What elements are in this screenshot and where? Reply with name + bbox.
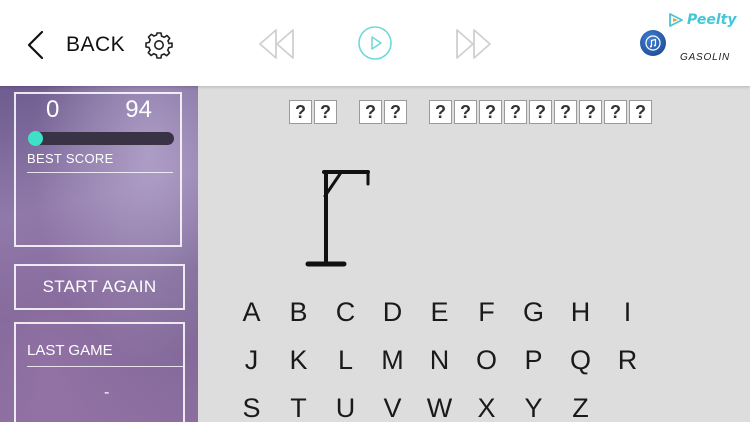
letter-key-c[interactable]: C <box>322 297 369 328</box>
gear-icon[interactable] <box>145 31 173 59</box>
puzzle-word: ????????? <box>429 100 654 124</box>
letter-key-v[interactable]: V <box>369 393 416 422</box>
best-score-label: BEST SCORE <box>27 151 114 166</box>
letter-key-w[interactable]: W <box>416 393 463 422</box>
letter-key-h[interactable]: H <box>557 297 604 328</box>
last-game-value: - <box>104 384 110 401</box>
hangman-app: BA CK Peelty GASOLIN 0 94 BEST SCORE STAR… <box>0 0 750 422</box>
letter-keyboard: ABCDEFGHIJKLMNOPQRSTUVWXYZ <box>228 288 658 422</box>
rewind-icon[interactable] <box>256 26 296 62</box>
letter-slot: ? <box>479 100 502 124</box>
back-label: BACK <box>66 33 126 56</box>
game-area: ????????????? ABCDEFGHIJKLMNOPQRSTUVWXYZ <box>198 86 750 422</box>
letter-key-a[interactable]: A <box>228 297 275 328</box>
letter-slot: ? <box>554 100 577 124</box>
letter-slot: ? <box>579 100 602 124</box>
brand-name: Peelty <box>687 12 737 28</box>
divider <box>27 172 173 173</box>
play-icon[interactable] <box>357 25 393 61</box>
letter-key-g[interactable]: G <box>510 297 557 328</box>
gallows-drawing <box>305 170 370 267</box>
last-game-panel: LAST GAME - <box>14 322 185 422</box>
letter-key-s[interactable]: S <box>228 393 275 422</box>
letter-key-i[interactable]: I <box>604 297 651 328</box>
letter-slot: ? <box>604 100 627 124</box>
music-note-icon[interactable] <box>640 30 666 56</box>
puzzle-word: ?? <box>289 100 339 124</box>
fast-forward-icon[interactable] <box>454 26 494 62</box>
current-score: 0 <box>46 96 60 123</box>
letter-key-b[interactable]: B <box>275 297 322 328</box>
letter-slot: ? <box>359 100 382 124</box>
letter-key-j[interactable]: J <box>228 345 275 376</box>
letter-key-z[interactable]: Z <box>557 393 604 422</box>
letter-key-e[interactable]: E <box>416 297 463 328</box>
best-score-value: 94 <box>125 96 152 123</box>
letter-key-f[interactable]: F <box>463 297 510 328</box>
letter-slot: ? <box>314 100 337 124</box>
letter-slot: ? <box>629 100 652 124</box>
letter-slot: ? <box>384 100 407 124</box>
peelty-logo-mark-icon <box>669 13 683 27</box>
letter-key-m[interactable]: M <box>369 345 416 376</box>
back-button[interactable]: BACK <box>26 28 125 62</box>
letter-key-y[interactable]: Y <box>510 393 557 422</box>
letter-key-d[interactable]: D <box>369 297 416 328</box>
letter-slot: ? <box>454 100 477 124</box>
letter-slot: ? <box>504 100 527 124</box>
letter-slot: ? <box>429 100 452 124</box>
top-bar: BACK Peelty GASOLIN <box>0 0 750 86</box>
hidden-phrase: ????????????? <box>289 100 674 124</box>
start-again-button[interactable]: START AGAIN <box>14 264 185 310</box>
letter-key-u[interactable]: U <box>322 393 369 422</box>
score-progress-bar <box>28 131 174 146</box>
source-label: GASOLIN <box>680 52 731 63</box>
sidebar: 0 94 BEST SCORE START AGAIN LAST GAME - <box>0 86 198 422</box>
letter-key-q[interactable]: Q <box>557 345 604 376</box>
letter-key-n[interactable]: N <box>416 345 463 376</box>
divider <box>27 366 183 367</box>
letter-key-r[interactable]: R <box>604 345 651 376</box>
keyboard-row: JKLMNOPQR <box>228 336 658 384</box>
score-progress-knob <box>28 131 43 146</box>
letter-key-p[interactable]: P <box>510 345 557 376</box>
puzzle-word: ?? <box>359 100 409 124</box>
letter-key-o[interactable]: O <box>463 345 510 376</box>
score-panel: 0 94 BEST SCORE <box>14 92 182 247</box>
letter-slot: ? <box>289 100 312 124</box>
letter-key-l[interactable]: L <box>322 345 369 376</box>
last-game-label: LAST GAME <box>27 342 113 359</box>
letter-key-t[interactable]: T <box>275 393 322 422</box>
keyboard-row: ABCDEFGHI <box>228 288 658 336</box>
letter-slot: ? <box>529 100 552 124</box>
chevron-left-icon <box>27 30 44 60</box>
letter-key-k[interactable]: K <box>275 345 322 376</box>
keyboard-row: STUVWXYZ <box>228 384 658 422</box>
letter-key-x[interactable]: X <box>463 393 510 422</box>
peelty-logo[interactable]: Peelty <box>668 12 737 28</box>
